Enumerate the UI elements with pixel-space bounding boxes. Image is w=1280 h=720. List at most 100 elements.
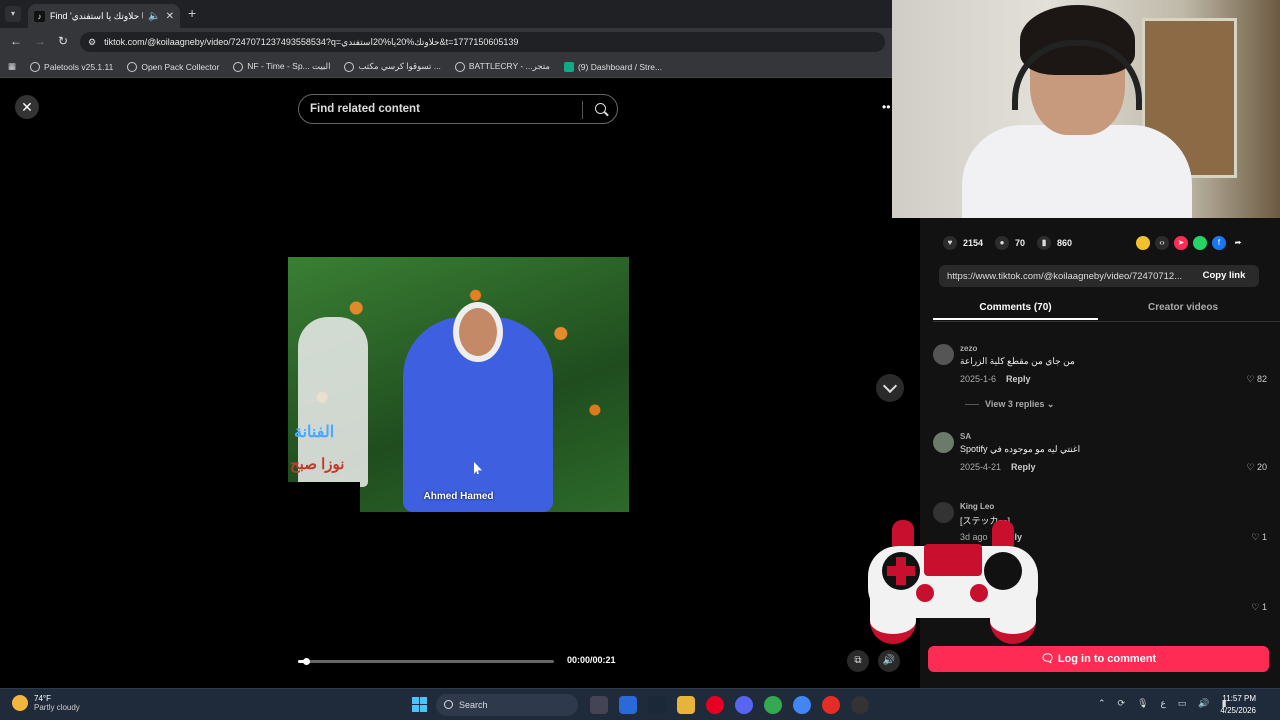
tab-comments[interactable]: Comments (70) [933,302,1098,320]
microphone-icon[interactable]: 🎙 [1137,698,1148,709]
tab-creator-videos[interactable]: Creator videos [1108,302,1258,313]
comment-like-count: 1 [1261,532,1267,542]
teams-icon[interactable] [619,696,637,714]
avatar[interactable] [933,432,954,453]
globe-icon [127,61,138,72]
address-bar-row: ← → ↻ ⚙ tiktok.com/@koilaagneby/video/72… [0,28,892,56]
site-info-icon[interactable]: ⚙ [88,37,96,48]
share-arrow-icon[interactable]: ➦ [1231,236,1245,250]
close-video-button[interactable]: ✕ [15,95,39,119]
heart-icon: ♥ [943,236,957,250]
windows-start-icon[interactable] [412,697,427,712]
login-to-comment-button[interactable]: 🗨 Log in to comment [928,646,1269,672]
bookmark-item[interactable]: NF - Time - Sp... البيت [233,61,330,72]
comment-like-button[interactable]: ♡ 1 [1251,532,1267,543]
next-video-button[interactable] [876,374,904,402]
task-view-icon[interactable] [590,696,608,714]
right-stick [970,584,988,602]
copy-link-button[interactable]: Copy link [1189,265,1259,287]
comment-user[interactable]: zezo [960,344,977,353]
whatsapp-icon[interactable] [1193,236,1207,250]
comment-meta: 2025-1-6 Reply [960,374,1031,384]
sync-icon[interactable]: ⟳ [1118,698,1126,709]
obs-icon[interactable] [851,696,869,714]
more-options-icon[interactable]: •• [882,100,890,114]
reply-button[interactable]: Reply [1011,462,1036,472]
globe-icon [454,61,465,72]
video-progress-bar[interactable] [298,658,554,665]
bookmark-item[interactable]: Paletools v25.1.11 [30,61,113,72]
comment-like-button[interactable]: ♡ 20 [1246,462,1267,473]
comment-user[interactable]: SA [960,432,971,441]
search-input[interactable]: Find related content [298,94,618,124]
like-button[interactable]: ♥ 2154 [943,236,983,250]
url-field[interactable]: ⚙ tiktok.com/@koilaagneby/video/72470712… [80,32,885,52]
language-indicator[interactable]: ع [1161,698,1166,709]
tiktok-icon: ♪ [34,10,45,22]
discord-icon[interactable] [735,696,753,714]
comment-button[interactable]: ● 70 [995,236,1025,250]
facebook-icon[interactable]: f [1212,236,1226,250]
forward-icon[interactable]: → [34,34,46,48]
bookmark-item[interactable]: Open Pack Collector [127,61,220,72]
share-icons: ‹› ➤ f ➦ [1136,236,1245,250]
like-count: 2154 [963,238,984,248]
webcam-overlay [892,0,1280,218]
bookmark-item[interactable]: BATTLECRY - ...متجر [454,61,550,72]
send-icon[interactable]: ➤ [1174,236,1188,250]
app-icon [563,61,574,72]
comment-user[interactable]: King Leo [960,502,994,511]
bookmark-label: Open Pack Collector [141,61,220,72]
steam-icon[interactable] [648,696,666,714]
avatar[interactable] [933,344,954,365]
floating-player-icon[interactable]: ⧉ [847,650,869,672]
bookmark-label: BATTLECRY - ...متجر [468,61,550,71]
bookmark-item[interactable]: (9) Dashboard / Stre... [563,61,662,72]
reply-button[interactable]: Reply [1006,374,1031,384]
search-icon[interactable] [595,103,606,114]
chrome-profile-icon[interactable] [793,696,811,714]
weather-condition: Partly cloudy [34,703,80,712]
comment-like-button[interactable]: ♡ 82 [1246,374,1267,385]
video-player[interactable]: الفنانة نوزا صبح Ahmed Hamed [288,257,629,512]
r2-trigger [992,520,1014,546]
reload-icon[interactable]: ↻ [58,34,68,48]
panel-tabs: Comments (70) Creator videos [933,296,1280,322]
comment-count: 70 [1015,238,1026,248]
clock[interactable]: 11:57 PM 4/25/2026 [1220,693,1256,717]
bookmark-item[interactable]: تسوقوا كرسي مكتب ... [344,61,441,72]
taskbar-search[interactable]: Search [436,694,578,716]
chrome-icon[interactable] [764,696,782,714]
tab-search-dropdown[interactable]: ▾ [5,6,21,22]
face-buttons-icon [984,552,1022,590]
globe-icon [344,61,355,72]
speaker-icon[interactable]: 🔈 [148,11,160,22]
share-link-text[interactable]: https://www.tiktok.com/@koilaagneby/vide… [947,271,1192,282]
pinterest-icon[interactable] [706,696,724,714]
weather-text: 74°F Partly cloudy [34,694,80,712]
view-replies-button[interactable]: View 3 replies ⌄ [965,399,1054,410]
apps-grid-icon[interactable]: ▦ [8,61,16,72]
file-explorer-icon[interactable] [677,696,695,714]
comment-text: من جاي من مقطع كلية الزراعة [960,356,1075,366]
close-tab-icon[interactable]: ✕ [166,11,174,22]
new-tab-button[interactable]: + [188,5,196,21]
screen: ▾ ♪ Find 'يا حلاوتك يا استفندي' on 🔈 ✕ +… [0,0,1280,720]
dpad-icon [882,552,920,590]
browser-tab[interactable]: ♪ Find 'يا حلاوتك يا استفندي' on 🔈 ✕ [28,4,180,28]
volume-tray-icon[interactable]: 🔊 [1198,698,1209,709]
youtube-music-icon[interactable] [822,696,840,714]
comment-meta: 2025-4-21 Reply [960,462,1036,472]
save-button[interactable]: ▮ 860 [1037,236,1072,250]
comment-like-button[interactable]: ♡ 1 [1251,602,1267,613]
video-caption: Ahmed Hamed [423,491,494,502]
volume-icon[interactable]: 🔊 [878,650,900,672]
back-icon[interactable]: ← [10,34,22,48]
network-icon[interactable]: ▭ [1178,698,1187,709]
weather-widget[interactable]: 74°F Partly cloudy [12,694,80,712]
comment-like-count: 1 [1261,602,1267,612]
embed-icon[interactable]: ‹› [1155,236,1169,250]
progress-knob[interactable] [302,658,310,665]
tray-overflow-icon[interactable]: ⌃ [1098,698,1106,709]
coin-icon[interactable] [1136,236,1150,250]
